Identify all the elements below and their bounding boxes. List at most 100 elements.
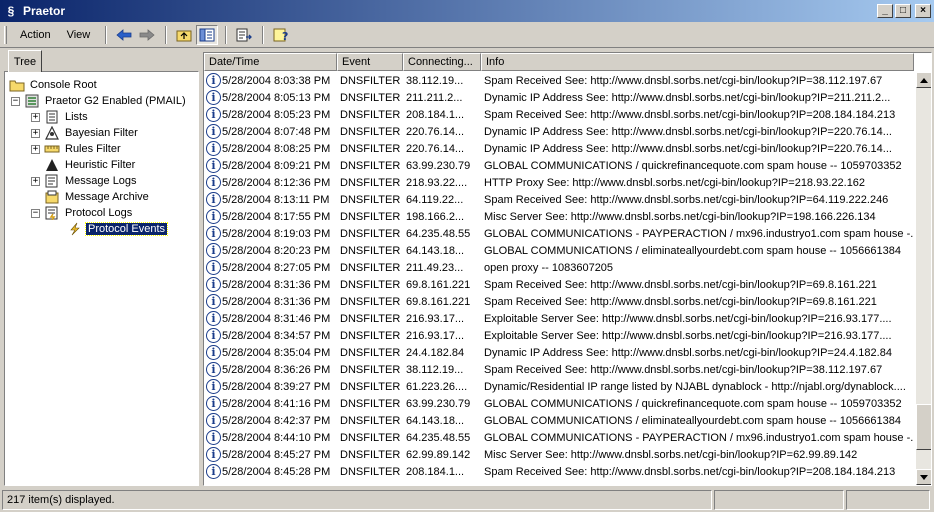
- tree-node-heuristic-filter[interactable]: Heuristic Filter: [44, 157, 137, 173]
- info-icon: i: [206, 362, 221, 377]
- tree-node-bayesian-filter[interactable]: + Bayesian Filter: [31, 125, 140, 141]
- forward-button[interactable]: [136, 25, 158, 45]
- table-row[interactable]: i 5/28/2004 8:09:21 PM DNSFILTER 63.99.230.…: [204, 157, 914, 174]
- column-header-info[interactable]: Info: [481, 53, 914, 71]
- tree-pane: Tree Console Root − Praetor G2 Enabled (…: [4, 50, 199, 486]
- table-row[interactable]: i 5/28/2004 8:34:57 PM DNSFILTER 216.93.17.…: [204, 327, 914, 344]
- info-cell: Exploitable Server See: http://www.dnsbl…: [484, 329, 892, 342]
- toolbar-grip[interactable]: [4, 25, 7, 44]
- connecting-cell: 63.99.230.79: [406, 159, 471, 172]
- datetime-text: 5/28/2004 8:13:11 PM: [222, 193, 330, 206]
- scroll-up-button[interactable]: [916, 72, 931, 88]
- datetime-text: 5/28/2004 8:09:21 PM: [222, 159, 331, 172]
- expand-toggle[interactable]: +: [31, 112, 40, 122]
- events-list-view[interactable]: Date/Time Event Connecting... Info i 5/28…: [203, 52, 932, 486]
- table-row[interactable]: i 5/28/2004 8:12:36 PM DNSFILTER 218.93.22.…: [204, 174, 914, 191]
- table-row[interactable]: i 5/28/2004 8:41:16 PM DNSFILTER 63.99.230.…: [204, 395, 914, 412]
- tree-node-console-root[interactable]: Console Root: [9, 77, 99, 93]
- table-row[interactable]: i 5/28/2004 8:20:23 PM DNSFILTER 64.143.18.…: [204, 242, 914, 259]
- event-cell: DNSFILTER: [340, 91, 401, 104]
- collapse-toggle[interactable]: −: [11, 96, 20, 106]
- expand-toggle[interactable]: +: [31, 144, 40, 154]
- table-row[interactable]: i 5/28/2004 8:45:27 PM DNSFILTER 62.99.89.1…: [204, 446, 914, 463]
- connecting-cell: 64.235.48.55: [406, 227, 471, 240]
- table-row[interactable]: i 5/28/2004 8:19:03 PM DNSFILTER 64.235.48.…: [204, 225, 914, 242]
- show-hide-tree-button[interactable]: [196, 24, 219, 45]
- table-row[interactable]: i 5/28/2004 8:45:28 PM DNSFILTER 208.184.1.…: [204, 463, 914, 480]
- table-row[interactable]: i 5/28/2004 8:31:36 PM DNSFILTER 69.8.161.2…: [204, 276, 914, 293]
- table-row[interactable]: i 5/28/2004 8:35:04 PM DNSFILTER 24.4.182.8…: [204, 344, 914, 361]
- table-row[interactable]: i 5/28/2004 8:13:11 PM DNSFILTER 64.119.22.…: [204, 191, 914, 208]
- expand-toggle[interactable]: +: [31, 176, 40, 186]
- connecting-cell: 62.99.89.142: [406, 448, 471, 461]
- expand-toggle[interactable]: +: [31, 128, 40, 138]
- column-header-event[interactable]: Event: [337, 53, 403, 71]
- event-cell: DNSFILTER: [340, 431, 401, 444]
- datetime-cell: i 5/28/2004 8:09:21 PM: [204, 158, 337, 173]
- info-icon: i: [206, 158, 221, 173]
- table-row[interactable]: i 5/28/2004 8:27:05 PM DNSFILTER 211.49.23.…: [204, 259, 914, 276]
- event-cell: DNSFILTER: [340, 329, 401, 342]
- table-row[interactable]: i 5/28/2004 8:08:25 PM DNSFILTER 220.76.14.…: [204, 140, 914, 157]
- connecting-cell: 220.76.14...: [406, 125, 465, 138]
- minimize-button[interactable]: _: [877, 4, 893, 18]
- tree-node-label: Protocol Events: [84, 222, 169, 236]
- tree-node-protocol-logs[interactable]: − Protocol Logs: [31, 205, 134, 221]
- tab-tree[interactable]: Tree: [8, 50, 42, 72]
- datetime-cell: i 5/28/2004 8:19:03 PM: [204, 226, 337, 241]
- column-header-connecting[interactable]: Connecting...: [403, 53, 481, 71]
- info-cell: Dynamic IP Address See: http://www.dnsbl…: [484, 346, 892, 359]
- up-one-level-button[interactable]: [173, 25, 195, 45]
- datetime-cell: i 5/28/2004 8:12:36 PM: [204, 175, 337, 190]
- table-row[interactable]: i 5/28/2004 8:17:55 PM DNSFILTER 198.166.2.…: [204, 208, 914, 225]
- info-cell: Misc Server See: http://www.dnsbl.sorbs.…: [484, 210, 876, 223]
- datetime-cell: i 5/28/2004 8:08:25 PM: [204, 141, 337, 156]
- info-icon: i: [206, 260, 221, 275]
- praetor-app-icon[interactable]: §: [4, 4, 18, 18]
- back-arrow-icon: [116, 28, 132, 41]
- table-row[interactable]: i 5/28/2004 8:44:10 PM DNSFILTER 64.235.48.…: [204, 429, 914, 446]
- connecting-cell: 64.143.18...: [406, 244, 465, 257]
- table-row[interactable]: i 5/28/2004 8:03:38 PM DNSFILTER 38.112.19.…: [204, 72, 914, 89]
- tree-node-praetor-server[interactable]: − Praetor G2 Enabled (PMAIL): [11, 93, 188, 109]
- svg-text:?: ?: [282, 30, 288, 42]
- menu-view[interactable]: View: [60, 27, 98, 43]
- tree-node-protocol-events[interactable]: Protocol Events: [67, 221, 169, 237]
- datetime-cell: i 5/28/2004 8:42:37 PM: [204, 413, 337, 428]
- info-icon: i: [206, 396, 221, 411]
- connecting-cell: 211.49.23...: [406, 261, 464, 274]
- vertical-scrollbar[interactable]: [916, 72, 931, 485]
- datetime-cell: i 5/28/2004 8:07:48 PM: [204, 124, 337, 139]
- tree-view[interactable]: Console Root − Praetor G2 Enabled (PMAIL…: [4, 71, 199, 486]
- export-list-button[interactable]: [233, 25, 255, 45]
- datetime-text: 5/28/2004 8:45:27 PM: [222, 448, 331, 461]
- datetime-cell: i 5/28/2004 8:39:27 PM: [204, 379, 337, 394]
- collapse-toggle[interactable]: −: [31, 208, 40, 218]
- scroll-down-button[interactable]: [916, 469, 931, 485]
- info-icon: i: [206, 311, 221, 326]
- info-cell: Spam Received See: http://www.dnsbl.sorb…: [484, 295, 877, 308]
- table-row[interactable]: i 5/28/2004 8:31:46 PM DNSFILTER 216.93.17.…: [204, 310, 914, 327]
- tree-node-message-logs[interactable]: + Message Logs: [31, 173, 139, 189]
- table-row[interactable]: i 5/28/2004 8:31:36 PM DNSFILTER 69.8.161.2…: [204, 293, 914, 310]
- tree-node-message-archive[interactable]: Message Archive: [44, 189, 151, 205]
- table-row[interactable]: i 5/28/2004 8:07:48 PM DNSFILTER 220.76.14.…: [204, 123, 914, 140]
- column-header-datetime[interactable]: Date/Time: [204, 53, 337, 71]
- menu-action[interactable]: Action: [13, 27, 58, 43]
- maximize-button[interactable]: □: [895, 4, 911, 18]
- scroll-thumb[interactable]: [916, 404, 931, 450]
- table-row[interactable]: i 5/28/2004 8:36:26 PM DNSFILTER 38.112.19.…: [204, 361, 914, 378]
- datetime-text: 5/28/2004 8:05:23 PM: [222, 108, 331, 121]
- table-row[interactable]: i 5/28/2004 8:39:27 PM DNSFILTER 61.223.26.…: [204, 378, 914, 395]
- back-button[interactable]: [113, 25, 135, 45]
- datetime-text: 5/28/2004 8:20:23 PM: [222, 244, 331, 257]
- tree-node-lists[interactable]: + Lists: [31, 109, 90, 125]
- table-row[interactable]: i 5/28/2004 8:42:37 PM DNSFILTER 64.143.18.…: [204, 412, 914, 429]
- close-button[interactable]: ×: [915, 4, 931, 18]
- datetime-text: 5/28/2004 8:34:57 PM: [222, 329, 331, 342]
- tree-node-rules-filter[interactable]: + Rules Filter: [31, 141, 123, 157]
- help-button[interactable]: ?: [270, 25, 292, 45]
- connecting-cell: 218.93.22....: [406, 176, 468, 189]
- table-row[interactable]: i 5/28/2004 8:05:13 PM DNSFILTER 211.211.2.…: [204, 89, 914, 106]
- table-row[interactable]: i 5/28/2004 8:05:23 PM DNSFILTER 208.184.1.…: [204, 106, 914, 123]
